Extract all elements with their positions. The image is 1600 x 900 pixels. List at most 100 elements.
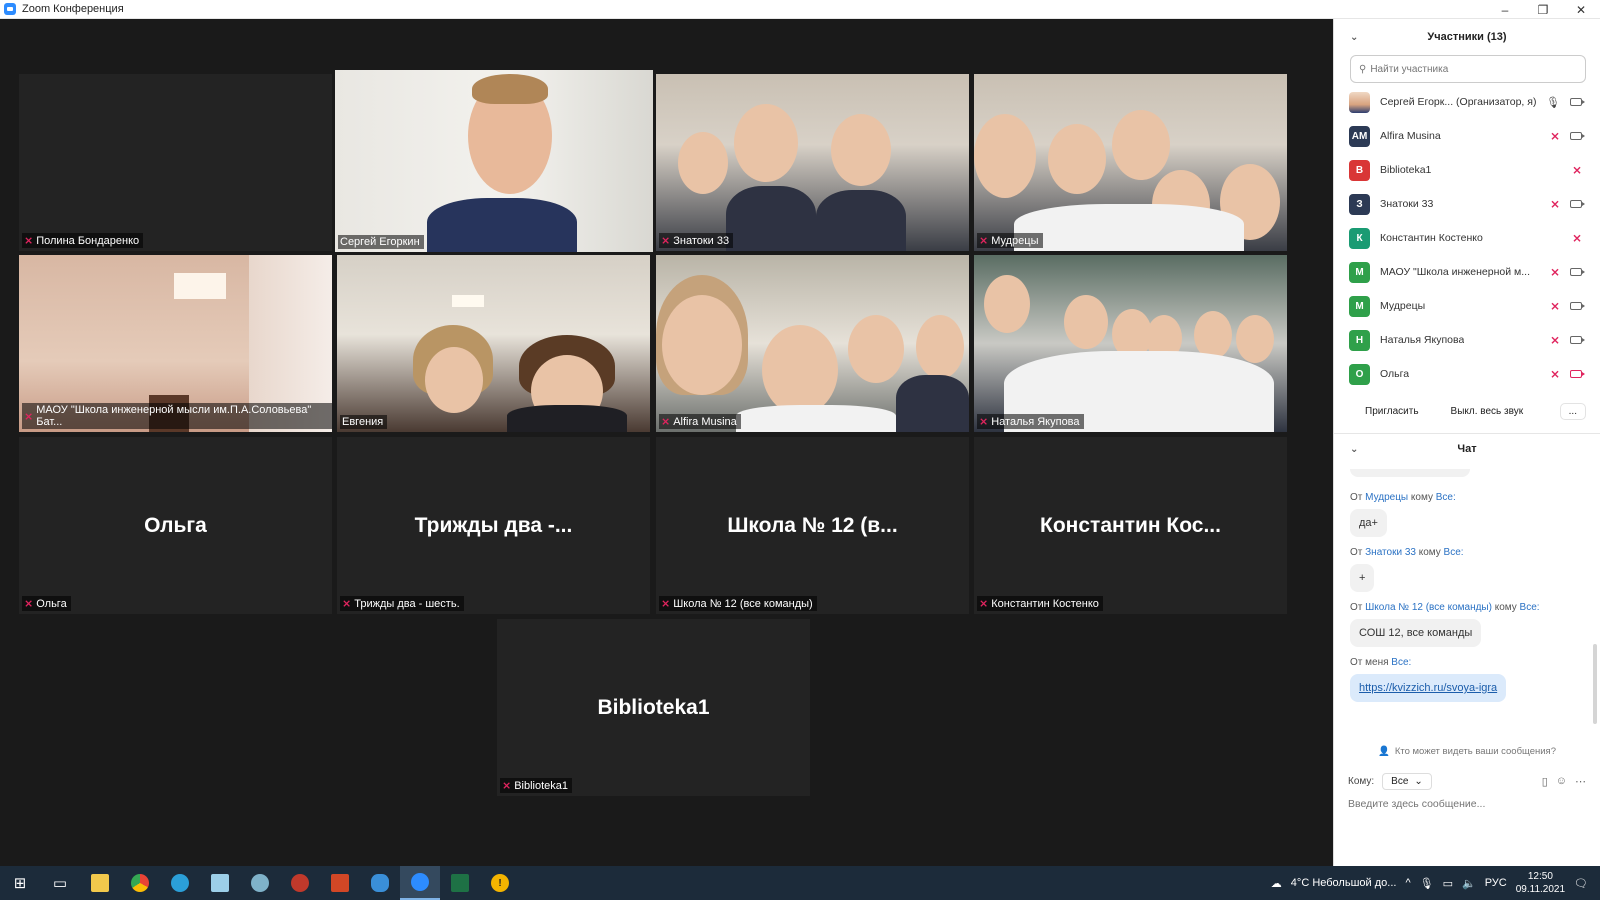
mic-off-icon[interactable]: ⨯ — [1550, 265, 1560, 279]
app-icon[interactable] — [240, 866, 280, 900]
chat-header: ⌄ Чат — [1334, 434, 1600, 464]
media-app-icon[interactable] — [280, 866, 320, 900]
mic-off-icon[interactable]: ⨯ — [1572, 231, 1582, 245]
warning-app-icon[interactable]: ! — [480, 866, 520, 900]
mic-off-icon[interactable]: ⨯ — [1550, 333, 1560, 347]
video-tile[interactable]: Константин Кос... ⨯ Константин Костенко — [974, 437, 1287, 614]
participant-name: Знатоки 33 — [673, 234, 730, 247]
camera-feed — [974, 74, 1287, 251]
avatar: B — [1349, 159, 1370, 181]
weather-text[interactable]: 4°C Небольшой до... — [1291, 877, 1397, 889]
mic-off-icon[interactable]: ⨯ — [1550, 367, 1560, 381]
notepad-icon[interactable] — [200, 866, 240, 900]
video-tile[interactable]: ⨯ Полина Бондаренко — [19, 74, 332, 251]
video-camera-icon[interactable] — [1570, 200, 1585, 208]
file-icon[interactable]: ▯ — [1542, 775, 1548, 788]
video-camera-icon[interactable] — [1570, 132, 1585, 140]
recipient-link[interactable]: Все: — [1436, 492, 1456, 503]
video-camera-icon[interactable] — [1570, 268, 1585, 276]
video-camera-off-icon[interactable] — [1570, 370, 1585, 378]
recipient-link[interactable]: Все: — [1391, 657, 1411, 668]
participant-name-tag: ⨯ МАОУ "Школа инженерной мысли им.П.А.Со… — [22, 403, 332, 429]
participant-row[interactable]: О Ольга ⨯ — [1334, 357, 1600, 391]
video-camera-icon[interactable] — [1570, 98, 1585, 106]
excel-icon[interactable] — [440, 866, 480, 900]
person-icon: 👤 — [1377, 745, 1390, 757]
sender-link[interactable]: Мудрецы — [1365, 492, 1408, 503]
participant-row[interactable]: К Константин Костенко ⨯ — [1334, 221, 1600, 255]
chrome-icon[interactable] — [120, 866, 160, 900]
microphone-tray-icon[interactable]: 🎙 — [1420, 877, 1434, 890]
chat-link-bubble[interactable]: https://kvizzich.ru/svoya-igra — [1350, 674, 1507, 702]
chat-scrollbar[interactable] — [1593, 644, 1597, 724]
file-explorer-icon[interactable] — [80, 866, 120, 900]
clock[interactable]: 12:50 09.11.2021 — [1516, 870, 1565, 896]
more-icon[interactable]: ⋯ — [1575, 775, 1586, 788]
restore-button[interactable]: ❐ — [1524, 0, 1562, 19]
participant-row[interactable]: B Biblioteka1 ⨯ — [1334, 153, 1600, 187]
microphone-icon[interactable]: 🎙 — [1546, 96, 1560, 109]
notifications-icon[interactable]: 🗨 — [1574, 877, 1588, 890]
participant-name: Мудрецы — [991, 234, 1039, 247]
participant-row[interactable]: Н Наталья Якупова ⨯ — [1334, 323, 1600, 357]
network-icon[interactable]: ▭ — [1443, 877, 1453, 890]
participant-row[interactable]: Сергей Егорк... (Организатор, я) 🎙 — [1334, 85, 1600, 119]
video-tile[interactable]: Biblioteka1 ⨯ Biblioteka1 — [497, 619, 810, 796]
sender-link[interactable]: Школа № 12 (все команды) — [1365, 602, 1492, 613]
video-tile[interactable]: ⨯ Наталья Якупова — [974, 255, 1287, 432]
participant-row-name: Alfira Musina — [1380, 130, 1441, 142]
chat-messages: От Мудрецы кому Все: да+ От Знатоки 33 к… — [1334, 464, 1600, 734]
mic-off-icon[interactable]: ⨯ — [1550, 197, 1560, 211]
video-tile[interactable]: ⨯ Знатоки 33 — [656, 74, 969, 251]
close-button[interactable]: ✕ — [1562, 0, 1600, 19]
participant-search[interactable]: ⚲ — [1350, 55, 1586, 83]
invite-button[interactable]: Пригласить — [1354, 400, 1430, 422]
minimize-button[interactable]: – — [1486, 0, 1524, 19]
video-tile[interactable]: ⨯ Alfira Musina — [656, 255, 969, 432]
video-camera-icon[interactable] — [1570, 302, 1585, 310]
video-tile[interactable]: ⨯ МАОУ "Школа инженерной мысли им.П.А.Со… — [19, 255, 332, 432]
search-input[interactable] — [1370, 63, 1571, 75]
participant-row-name: Сергей Егорк... (Организатор, я) — [1380, 96, 1537, 108]
video-camera-icon[interactable] — [1570, 336, 1585, 344]
mic-off-icon[interactable]: ⨯ — [1572, 163, 1582, 177]
edge-icon[interactable] — [160, 866, 200, 900]
zoom-taskbar-icon[interactable] — [400, 866, 440, 900]
video-tile[interactable]: Трижды два -... ⨯ Трижды два - шесть. — [337, 437, 650, 614]
participant-row[interactable]: М Мудрецы ⨯ — [1334, 289, 1600, 323]
mic-off-icon: ⨯ — [24, 410, 34, 423]
sender-link[interactable]: Знатоки 33 — [1365, 547, 1416, 558]
video-tile[interactable]: Школа № 12 (в... ⨯ Школа № 12 (все коман… — [656, 437, 969, 614]
video-gallery: ⨯ Полина Бондаренко Сергей Егоркин ⨯ Зна… — [0, 19, 1333, 866]
camera-feed — [335, 70, 653, 252]
video-tile[interactable]: Евгения — [337, 255, 650, 432]
mic-off-icon[interactable]: ⨯ — [1550, 299, 1560, 313]
chat-visibility-hint[interactable]: 👤 Кто может видеть ваши сообщения? — [1334, 740, 1600, 762]
powerpoint-icon[interactable] — [320, 866, 360, 900]
recipient-link[interactable]: Все: — [1520, 602, 1540, 613]
recipient-select[interactable]: Все ⌄ — [1382, 772, 1432, 790]
video-tile[interactable]: Ольга ⨯ Ольга — [19, 437, 332, 614]
participant-row[interactable]: AM Alfira Musina ⨯ — [1334, 119, 1600, 153]
recipient-link[interactable]: Все: — [1444, 547, 1464, 558]
mute-all-button[interactable]: Выкл. весь звук — [1439, 400, 1535, 422]
chevron-up-icon[interactable]: ^ — [1405, 877, 1410, 889]
participant-row[interactable]: З Знатоки 33 ⨯ — [1334, 187, 1600, 221]
volume-icon[interactable]: 🔈 — [1462, 877, 1476, 890]
windows-start-icon[interactable]: ⊞ — [0, 866, 40, 900]
participants-header: ⌄ Участники (13) — [1334, 19, 1600, 55]
chevron-down-icon[interactable]: ⌄ — [1350, 444, 1358, 455]
windows-taskbar: ⊞ ▭ ! ☁ 4°C Небольшой до... ^ 🎙 ▭ 🔈 РУС … — [0, 866, 1600, 900]
emoji-icon[interactable]: ☺ — [1556, 775, 1567, 788]
chat-message-input[interactable] — [1348, 798, 1578, 810]
chevron-down-icon[interactable]: ⌄ — [1350, 32, 1358, 43]
language-indicator[interactable]: РУС — [1485, 877, 1507, 889]
video-tile-active-speaker[interactable]: Сергей Егоркин — [335, 70, 653, 252]
participant-row[interactable]: М МАОУ "Школа инженерной м... ⨯ — [1334, 255, 1600, 289]
mic-off-icon[interactable]: ⨯ — [1550, 129, 1560, 143]
onedrive-icon[interactable] — [360, 866, 400, 900]
video-tile[interactable]: ⨯ Мудрецы — [974, 74, 1287, 251]
task-view-icon[interactable]: ▭ — [40, 866, 80, 900]
more-options-button[interactable]: ... — [1559, 402, 1586, 420]
participant-row-name: Константин Костенко — [1380, 232, 1483, 244]
